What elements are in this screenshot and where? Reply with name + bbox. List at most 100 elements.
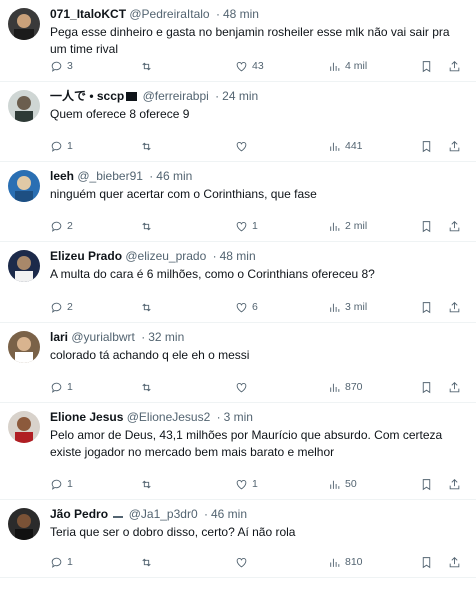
avatar[interactable] (8, 250, 40, 282)
like-icon (236, 221, 247, 231)
tweet[interactable]: Elione Jesus @ElioneJesus2 · 3 min Pelo a… (0, 403, 476, 500)
share-icon (449, 556, 460, 567)
avatar[interactable] (8, 8, 40, 40)
retweet-button[interactable] (140, 137, 157, 155)
reply-count: 1 (67, 381, 73, 393)
retweet-button[interactable] (140, 553, 157, 571)
reply-button[interactable]: 2 (50, 298, 73, 316)
retweet-button[interactable] (140, 298, 157, 316)
bookmark-button[interactable] (420, 137, 433, 155)
bookmark-icon (422, 478, 431, 490)
retweet-button[interactable] (140, 217, 157, 235)
reply-icon (51, 479, 62, 490)
retweet-button[interactable] (140, 475, 157, 493)
views-button[interactable]: 441 (328, 137, 363, 155)
tweet[interactable]: Jão Pedro @Ja1_p3dr0 · 46 min Teria que s… (0, 500, 476, 578)
like-button[interactable]: 1 (235, 475, 258, 493)
like-icon (236, 61, 247, 71)
views-button[interactable]: 3 mil (328, 298, 367, 316)
tweet-header: Elizeu Prado @elizeu_prado · 48 min (50, 248, 466, 264)
bookmark-button[interactable] (420, 217, 433, 235)
avatar[interactable] (8, 331, 40, 363)
handle[interactable]: @yurialbwrt (71, 330, 135, 344)
avatar[interactable] (8, 90, 40, 122)
timestamp[interactable]: 48 min (220, 249, 256, 263)
avatar[interactable] (8, 170, 40, 202)
bookmark-button[interactable] (420, 57, 433, 75)
tweet-header: Elione Jesus @ElioneJesus2 · 3 min (50, 409, 466, 425)
like-count: 1 (252, 478, 258, 490)
like-button[interactable]: 6 (235, 298, 258, 316)
badge-icon (113, 508, 124, 518)
reply-button[interactable]: 1 (50, 137, 73, 155)
like-count: 43 (252, 60, 264, 72)
display-name[interactable]: Elione Jesus (50, 410, 123, 424)
like-button[interactable] (235, 137, 252, 155)
timestamp[interactable]: 32 min (148, 330, 184, 344)
views-button[interactable]: 870 (328, 378, 363, 396)
handle[interactable]: @PedreiraItalo (129, 7, 209, 21)
flag-icon (126, 92, 138, 101)
share-button[interactable] (448, 57, 461, 75)
tweet[interactable]: 一人で • sccp @ferreirabpi · 24 min Quem ofe… (0, 82, 476, 162)
timestamp[interactable]: 3 min (224, 410, 253, 424)
like-button[interactable] (235, 553, 252, 571)
reply-button[interactable]: 2 (50, 217, 73, 235)
reply-count: 1 (67, 478, 73, 490)
avatar[interactable] (8, 411, 40, 443)
avatar[interactable] (8, 508, 40, 540)
like-icon (236, 382, 247, 392)
like-button[interactable]: 43 (235, 57, 264, 75)
display-name[interactable]: 071_ItaloKCT (50, 7, 126, 21)
tweet-text: colorado tá achando q ele eh o messi (50, 348, 250, 362)
like-button[interactable]: 1 (235, 217, 258, 235)
reply-count: 1 (67, 556, 73, 568)
reply-button[interactable]: 1 (50, 378, 73, 396)
like-icon (236, 302, 247, 312)
share-button[interactable] (448, 378, 461, 396)
retweet-icon (142, 480, 151, 488)
display-name[interactable]: leeh (50, 169, 74, 183)
tweet[interactable]: lari @yurialbwrt · 32 min colorado tá ach… (0, 323, 476, 403)
bookmark-button[interactable] (420, 553, 433, 571)
share-button[interactable] (448, 475, 461, 493)
bookmark-button[interactable] (420, 378, 433, 396)
like-button[interactable] (235, 378, 252, 396)
handle[interactable]: @elizeu_prado (125, 249, 206, 263)
display-name[interactable]: Elizeu Prado (50, 249, 122, 263)
share-button[interactable] (448, 553, 461, 571)
timestamp[interactable]: 46 min (156, 169, 192, 183)
reply-button[interactable]: 1 (50, 553, 73, 571)
bookmark-button[interactable] (420, 298, 433, 316)
tweet[interactable]: leeh @_bieber91 · 46 min ninguém quer ace… (0, 162, 476, 242)
views-count: 2 mil (345, 220, 368, 232)
share-button[interactable] (448, 217, 461, 235)
handle[interactable]: @ElioneJesus2 (127, 410, 211, 424)
retweet-icon (142, 558, 151, 566)
views-button[interactable]: 50 (328, 475, 357, 493)
views-button[interactable]: 4 mil (328, 57, 367, 75)
reply-button[interactable]: 1 (50, 475, 73, 493)
display-name[interactable]: Jão Pedro (50, 507, 108, 521)
share-button[interactable] (448, 298, 461, 316)
views-button[interactable]: 810 (328, 553, 363, 571)
tweet[interactable]: 071_ItaloKCT @PedreiraItalo · 48 min Pega… (0, 0, 476, 82)
handle[interactable]: @_bieber91 (77, 169, 143, 183)
tweet[interactable]: Elizeu Prado @elizeu_prado · 48 min A mul… (0, 242, 476, 323)
display-name[interactable]: lari (50, 330, 68, 344)
tweet-header: leeh @_bieber91 · 46 min (50, 168, 466, 184)
reply-button[interactable]: 3 (50, 57, 73, 75)
timestamp[interactable]: 24 min (222, 89, 258, 103)
handle[interactable]: @ferreirabpi (143, 89, 209, 103)
views-button[interactable]: 2 mil (328, 217, 367, 235)
display-name[interactable]: 一人で • sccp (50, 89, 124, 103)
timestamp[interactable]: 46 min (211, 507, 247, 521)
share-button[interactable] (448, 137, 461, 155)
views-icon (330, 142, 340, 151)
retweet-button[interactable] (140, 57, 157, 75)
share-icon (449, 140, 460, 151)
timestamp[interactable]: 48 min (223, 7, 259, 21)
handle[interactable]: @Ja1_p3dr0 (129, 507, 198, 521)
bookmark-button[interactable] (420, 475, 433, 493)
retweet-button[interactable] (140, 378, 157, 396)
